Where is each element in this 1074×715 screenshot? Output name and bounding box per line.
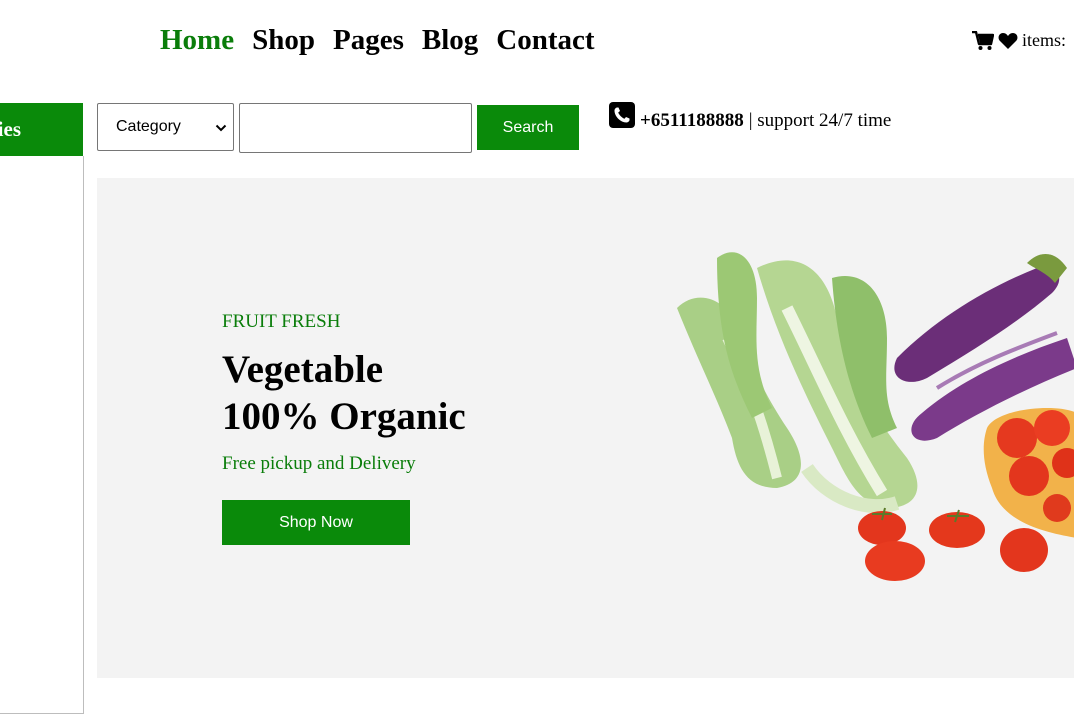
hero-title-line1: Vegetable — [222, 348, 384, 391]
search-button[interactable]: Search — [477, 105, 579, 150]
phone-icon — [609, 102, 635, 128]
shop-now-button[interactable]: Shop Now — [222, 500, 410, 545]
hero-subtitle: FRUIT FRESH — [222, 311, 341, 332]
nav-blog[interactable]: Blog — [422, 24, 478, 57]
support-text: | support 24/7 time — [748, 110, 892, 131]
hero-title: Vegetable 100% Organic — [222, 346, 466, 440]
vegetables-image — [677, 252, 1074, 581]
nav-contact[interactable]: Contact — [496, 24, 594, 57]
cart-icon[interactable] — [972, 30, 994, 51]
chevron-down-icon — [215, 120, 227, 138]
hero-banner: FRUIT FRESH Vegetable 100% Organic Free … — [97, 178, 1074, 678]
categories-header[interactable]: ies — [0, 103, 83, 156]
category-select[interactable]: Category — [97, 103, 234, 151]
heart-icon[interactable] — [998, 32, 1018, 50]
nav-shop[interactable]: Shop — [252, 24, 315, 57]
page: Home Shop Pages Blog Contact items: ies … — [0, 0, 1074, 715]
items-label[interactable]: items: — [1022, 30, 1066, 51]
category-select-value: Category — [116, 118, 181, 135]
hero-description: Free pickup and Delivery — [222, 453, 416, 474]
categories-title: ies — [0, 117, 21, 141]
categories-panel — [0, 156, 84, 714]
nav-pages[interactable]: Pages — [333, 24, 404, 57]
header-cart: items: — [972, 30, 1066, 51]
hero-title-line2: 100% Organic — [222, 395, 466, 438]
main-nav: Home Shop Pages Blog Contact — [160, 24, 595, 57]
nav-home[interactable]: Home — [160, 24, 234, 57]
search-input[interactable] — [239, 103, 472, 153]
phone-number: +6511188888 — [640, 110, 744, 131]
contact-info: +6511188888 | support 24/7 time — [609, 102, 892, 134]
